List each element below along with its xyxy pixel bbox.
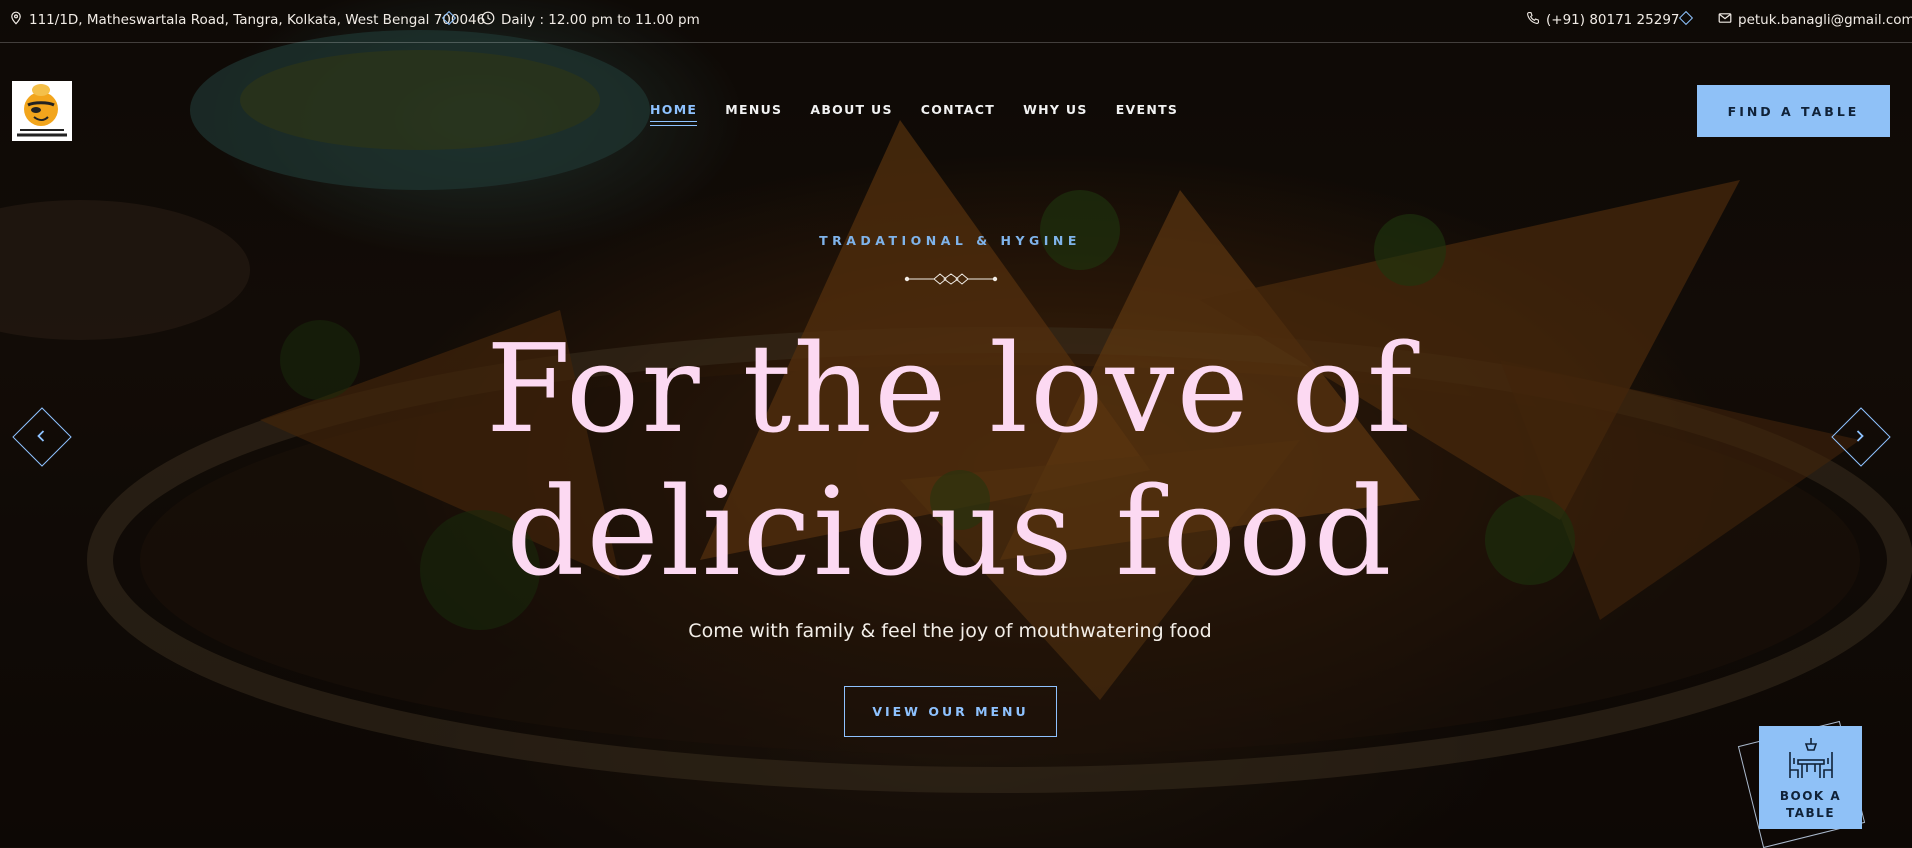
hero-subtitle: TRADATIONAL & HYGINE (819, 233, 1081, 248)
divider-diamond (1678, 10, 1694, 26)
carousel-next-button[interactable] (1831, 407, 1891, 467)
phone-text[interactable]: (+91) 80171 25297 (1546, 12, 1680, 28)
clock-icon (481, 11, 495, 29)
headline-line-2: delicious food (506, 461, 1394, 603)
phone-icon (1526, 11, 1540, 29)
hours-item: Daily : 12.00 pm to 11.00 pm (481, 11, 700, 29)
address-item: 111/1D, Matheswartala Road, Tangra, Kolk… (9, 11, 485, 29)
email-text[interactable]: petuk.banagli@gmail.com (1738, 12, 1912, 28)
view-our-menu-button[interactable]: VIEW OUR MENU (844, 686, 1057, 737)
mail-icon (1718, 11, 1732, 29)
ornament-divider (904, 273, 998, 285)
find-a-table-button[interactable]: FIND A TABLE (1697, 85, 1890, 137)
map-pin-icon (9, 11, 23, 29)
email-item[interactable]: petuk.banagli@gmail.com (1718, 11, 1912, 29)
restaurant-logo[interactable] (12, 81, 72, 141)
phone-item[interactable]: (+91) 80171 25297 (1526, 11, 1680, 29)
book-a-table-button[interactable]: BOOK A TABLE (1737, 720, 1866, 848)
top-info-bar: 111/1D, Matheswartala Road, Tangra, Kolk… (0, 0, 1912, 43)
address-text: 111/1D, Matheswartala Road, Tangra, Kolk… (29, 12, 486, 28)
book-label-line-1: BOOK A (1779, 789, 1842, 803)
hero-headline: For the love of delicious food (0, 318, 1900, 604)
nav-why-us[interactable]: WHY US (1023, 102, 1088, 117)
nav-about-us[interactable]: ABOUT US (810, 102, 892, 117)
nav-home[interactable]: HOME (650, 102, 698, 126)
headline-line-1: For the love of (485, 318, 1415, 460)
hero-tagline: Come with family & feel the joy of mouth… (688, 620, 1212, 642)
nav-menus[interactable]: MENUS (725, 102, 782, 117)
nav-events[interactable]: EVENTS (1116, 102, 1179, 117)
main-nav: HOME MENUS ABOUT US CONTACT WHY US EVENT… (650, 102, 1179, 126)
nav-contact[interactable]: CONTACT (921, 102, 995, 117)
book-label-line-2: TABLE (1785, 806, 1836, 820)
hours-text: Daily : 12.00 pm to 11.00 pm (501, 12, 700, 28)
carousel-prev-button[interactable] (12, 407, 72, 467)
